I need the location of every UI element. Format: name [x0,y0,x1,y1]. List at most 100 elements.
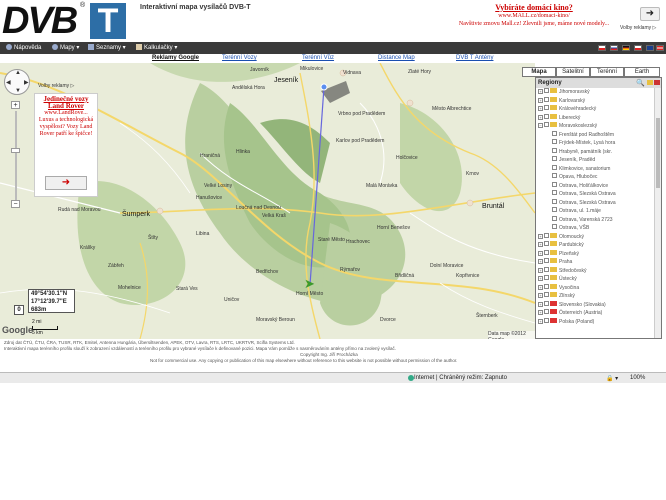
location-arrow-icon[interactable]: ➤ [304,277,315,290]
top-ad-arrow-button[interactable]: ➜ [640,7,660,21]
transmitter-checkbox[interactable] [552,130,557,136]
top-ad-title[interactable]: Vybíráte domácí kino? [452,4,616,12]
expand-toggle-icon[interactable]: + [538,276,543,281]
ad-link-offroad-car[interactable]: Terénní Vůz [302,55,334,61]
region-item[interactable]: + Slovensko (Slovakia) [536,300,654,310]
flag-uk-icon[interactable] [646,45,654,51]
left-ad-arrow-button[interactable]: ➜ [45,176,87,190]
ad-link-dvbt-antennas[interactable]: DVB T Antény [456,55,493,61]
expand-toggle-icon[interactable]: + [538,114,543,120]
pan-control[interactable]: ▲ ▼ ◀ ▶ [4,69,30,95]
expand-toggle-icon[interactable]: + [538,233,543,239]
transmitter-checkbox[interactable] [552,139,557,144]
transmitter-checkbox[interactable] [552,207,557,212]
ad-link-distance-map[interactable]: Distance Map [378,55,415,61]
region-item[interactable]: + Liberecký [536,113,654,123]
region-item[interactable]: + Ústecký [536,275,654,284]
region-item[interactable]: + Olomoucký [536,232,654,242]
transmitter-checkbox[interactable] [552,147,557,153]
region-item[interactable]: + Jihomoravský [536,88,654,97]
region-checkbox[interactable] [544,317,549,323]
region-item[interactable]: Frenštát pod Radhoštěm [536,130,654,140]
lists-menu[interactable]: Seznamy ▾ [88,44,126,51]
top-ad[interactable]: Vybíráte domácí kino? www.MALL.cz/domaci… [452,4,616,28]
flag-cz-icon[interactable] [598,45,606,51]
pan-down-icon[interactable]: ▼ [15,88,21,94]
region-item[interactable]: + Vysočina [536,283,654,293]
region-checkbox[interactable] [544,309,549,314]
region-checkbox[interactable] [544,113,549,119]
expand-toggle-icon[interactable]: + [538,250,543,256]
region-checkbox[interactable] [544,266,549,272]
security-settings-icon[interactable]: 🔒 ▾ [606,375,618,382]
expand-toggle-icon[interactable]: + [538,310,543,315]
region-item[interactable]: + Karlovarský [536,96,654,106]
expand-toggle-icon[interactable]: + [538,293,543,298]
map-type-satellite-button[interactable]: Satelitní [556,67,590,77]
pan-right-icon[interactable]: ▶ [24,79,29,86]
region-checkbox[interactable] [544,283,549,289]
transmitter-checkbox[interactable] [552,215,557,221]
region-checkbox[interactable] [544,232,549,238]
calculators-menu[interactable]: Kalkulačky ▾ [136,44,177,51]
left-ad-url[interactable]: www.LandRove... [35,110,97,117]
zoom-slider-track[interactable] [15,111,17,201]
region-item[interactable]: Jeseník, Praděd [536,156,654,165]
ad-link-offroad-cars[interactable]: Terénní Vozy [222,55,257,61]
map-type-terrain-button[interactable]: Terénní [590,67,624,77]
flag-at-icon[interactable] [656,45,664,51]
region-checkbox[interactable] [544,88,549,93]
folder-icon[interactable] [647,80,653,85]
map-canvas[interactable]: ➤ Jeseník Andělská Hora Vidnava Javorník Zla… [0,63,535,339]
region-item[interactable]: Ostrava, Slezská Ostrava [536,198,654,208]
expand-toggle-icon[interactable]: + [538,106,543,111]
transmitter-checkbox[interactable] [552,173,557,178]
region-item[interactable]: − Moravskoslezský [536,122,654,131]
top-ad-options-link[interactable]: Volby reklamy ▷ [620,25,656,31]
expand-toggle-icon[interactable]: − [538,123,543,128]
expand-toggle-icon[interactable]: + [538,242,543,247]
zoom-in-button[interactable]: + [11,101,20,109]
flag-de-icon[interactable] [622,45,630,51]
transmitter-marker-icon[interactable] [320,82,328,90]
region-item[interactable]: Opava, Hlubočec [536,173,654,182]
transmitter-checkbox[interactable] [552,164,557,170]
region-checkbox[interactable] [544,122,549,127]
region-item[interactable]: + Polska (Poland) [536,317,654,327]
region-item[interactable]: Ostrava, Hošťálkovice [536,181,654,191]
flag-pl-icon[interactable] [634,45,642,51]
zoom-slider-handle[interactable] [11,148,20,153]
region-checkbox[interactable] [544,258,549,263]
region-item[interactable]: + Plzeňský [536,249,654,259]
region-item[interactable]: Frýdek-Místek, Lysá hora [536,139,654,148]
left-ad-options-link[interactable]: Volby reklamy ▷ [38,83,74,89]
region-checkbox[interactable] [544,249,549,255]
close-icon[interactable] [654,80,660,85]
flag-sk-icon[interactable] [610,45,618,51]
region-item[interactable]: + Praha [536,258,654,267]
expand-toggle-icon[interactable]: + [538,301,543,307]
region-item[interactable]: Ostrava, VŠB [536,224,654,233]
region-item[interactable]: + Zlínský [536,292,654,301]
region-item[interactable]: Ostrava, ul. 1.máje [536,207,654,216]
left-ad[interactable]: Jedinečné vozy Land Rover www.LandRove..… [34,93,98,197]
map-type-earth-button[interactable]: Earth [624,67,660,77]
transmitter-checkbox[interactable] [552,224,557,229]
zoom-out-button[interactable]: − [11,200,20,208]
top-ad-url[interactable]: www.MALL.cz/domaci-kino/ [452,12,616,20]
region-checkbox[interactable] [544,300,549,306]
transmitter-checkbox[interactable] [552,198,557,204]
region-checkbox[interactable] [544,275,549,280]
maps-menu[interactable]: Mapy ▾ [52,44,79,51]
pan-up-icon[interactable]: ▲ [15,70,21,76]
transmitter-checkbox[interactable] [552,156,557,161]
google-ads-label[interactable]: Reklamy Google [152,55,199,61]
pan-left-icon[interactable]: ◀ [6,79,11,86]
region-item[interactable]: Ostrava, Slezská Ostrava [536,190,654,199]
region-item[interactable]: + Österreich (Austria) [536,309,654,318]
expand-toggle-icon[interactable]: + [538,259,543,264]
left-ad-title[interactable]: Jedinečné vozy Land Rover [35,96,97,110]
region-checkbox[interactable] [544,96,549,102]
help-menu[interactable]: Nápověda [6,44,41,51]
regions-scroll-thumb[interactable] [656,118,660,188]
